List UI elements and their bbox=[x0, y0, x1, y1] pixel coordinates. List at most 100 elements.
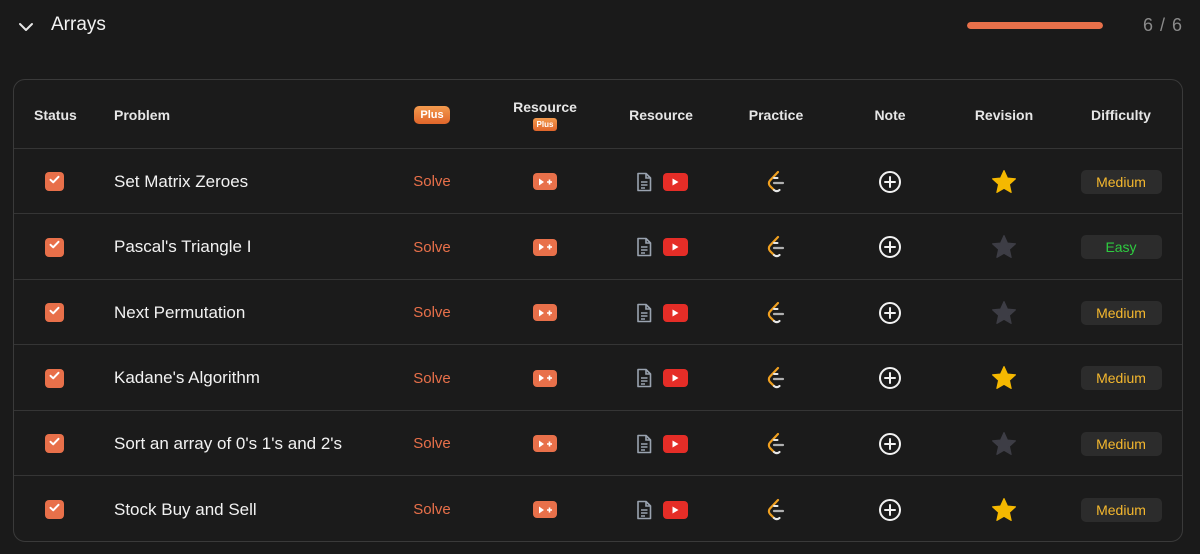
note-cell bbox=[840, 346, 940, 411]
leetcode-icon[interactable] bbox=[765, 498, 787, 522]
difficulty-cell: Medium bbox=[1071, 411, 1171, 476]
star-icon[interactable] bbox=[990, 233, 1018, 261]
star-icon[interactable] bbox=[990, 299, 1018, 327]
header-plus: Plus bbox=[403, 80, 461, 149]
checkmark-icon bbox=[48, 238, 61, 256]
resource-plus-cell bbox=[495, 149, 595, 214]
resource-plus-cell bbox=[495, 346, 595, 411]
checkmark-icon bbox=[48, 369, 61, 387]
video-plus-icon[interactable] bbox=[533, 173, 557, 190]
revision-cell bbox=[954, 280, 1054, 345]
problem-name[interactable]: Sort an array of 0's 1's and 2's bbox=[114, 434, 342, 454]
problem-cell: Kadane's Algorithm bbox=[114, 346, 260, 411]
youtube-icon[interactable] bbox=[662, 500, 688, 519]
difficulty-badge: Easy bbox=[1080, 235, 1162, 260]
checkmark-icon bbox=[48, 173, 61, 191]
status-checkbox[interactable] bbox=[45, 172, 64, 191]
checkmark-icon bbox=[48, 435, 61, 453]
section-title[interactable]: Arrays bbox=[51, 14, 106, 36]
document-icon[interactable] bbox=[635, 434, 653, 454]
progress-count: 6 / 6 bbox=[1142, 15, 1183, 35]
resource-plus-cell bbox=[495, 215, 595, 280]
leetcode-icon[interactable] bbox=[765, 235, 787, 259]
leetcode-icon[interactable] bbox=[765, 170, 787, 194]
status-cell bbox=[45, 411, 64, 476]
document-icon[interactable] bbox=[635, 500, 653, 520]
add-note-icon[interactable] bbox=[878, 498, 902, 522]
status-checkbox[interactable] bbox=[45, 368, 64, 388]
header-difficulty: Difficulty bbox=[1091, 106, 1151, 123]
status-cell bbox=[45, 215, 64, 280]
status-checkbox[interactable] bbox=[45, 303, 64, 323]
add-note-icon[interactable] bbox=[878, 235, 902, 259]
resource-cell bbox=[611, 280, 711, 345]
document-icon[interactable] bbox=[635, 237, 653, 257]
leetcode-icon[interactable] bbox=[765, 432, 787, 456]
revision-cell bbox=[954, 346, 1054, 411]
video-plus-icon[interactable] bbox=[533, 304, 557, 322]
plus-badge-small: Plus bbox=[532, 117, 558, 131]
resource-plus-cell bbox=[495, 411, 595, 476]
video-plus-icon[interactable] bbox=[533, 435, 557, 453]
difficulty-cell: Medium bbox=[1071, 346, 1171, 411]
video-plus-icon[interactable] bbox=[533, 238, 557, 256]
solve-link[interactable]: Solve bbox=[413, 239, 451, 256]
add-note-icon[interactable] bbox=[878, 366, 902, 390]
problem-name[interactable]: Kadane's Algorithm bbox=[114, 368, 260, 388]
youtube-icon[interactable] bbox=[662, 172, 688, 191]
table-row: Set Matrix Zeroes Solve Medium bbox=[14, 149, 1182, 214]
document-icon[interactable] bbox=[635, 303, 653, 323]
chevron-down-icon[interactable] bbox=[16, 17, 36, 37]
progress-bar-fill bbox=[967, 22, 1103, 29]
leetcode-icon[interactable] bbox=[765, 301, 787, 325]
header-resource: Resource bbox=[629, 106, 693, 123]
solve-link[interactable]: Solve bbox=[413, 370, 451, 387]
header-problem: Problem bbox=[114, 106, 171, 123]
document-icon[interactable] bbox=[635, 368, 653, 388]
star-icon[interactable] bbox=[990, 168, 1018, 196]
solve-link[interactable]: Solve bbox=[413, 435, 451, 452]
resource-plus-cell bbox=[495, 477, 595, 541]
solve-link[interactable]: Solve bbox=[413, 501, 451, 518]
practice-cell bbox=[726, 149, 826, 214]
problem-name[interactable]: Set Matrix Zeroes bbox=[114, 172, 248, 192]
table-row: Sort an array of 0's 1's and 2's Solve Med… bbox=[14, 411, 1182, 477]
difficulty-cell: Easy bbox=[1071, 215, 1171, 280]
problem-name[interactable]: Pascal's Triangle I bbox=[114, 237, 251, 257]
difficulty-badge: Medium bbox=[1080, 366, 1162, 391]
problem-cell: Sort an array of 0's 1's and 2's bbox=[114, 411, 342, 476]
status-checkbox[interactable] bbox=[45, 434, 64, 454]
add-note-icon[interactable] bbox=[878, 432, 902, 456]
add-note-icon[interactable] bbox=[878, 170, 902, 194]
star-icon[interactable] bbox=[990, 430, 1018, 458]
video-plus-icon[interactable] bbox=[533, 501, 557, 518]
youtube-icon[interactable] bbox=[662, 238, 688, 257]
youtube-icon[interactable] bbox=[662, 303, 688, 322]
problem-name[interactable]: Next Permutation bbox=[114, 303, 245, 323]
revision-cell bbox=[954, 149, 1054, 214]
solve-cell: Solve bbox=[403, 149, 461, 214]
status-cell bbox=[45, 280, 64, 345]
leetcode-icon[interactable] bbox=[765, 366, 787, 390]
resource-cell bbox=[611, 346, 711, 411]
table-row: Pascal's Triangle I Solve Easy bbox=[14, 215, 1182, 280]
status-checkbox[interactable] bbox=[45, 500, 64, 519]
note-cell bbox=[840, 411, 940, 476]
star-icon[interactable] bbox=[990, 364, 1018, 392]
difficulty-badge: Medium bbox=[1080, 169, 1162, 194]
problem-name[interactable]: Stock Buy and Sell bbox=[114, 500, 257, 520]
youtube-icon[interactable] bbox=[662, 369, 688, 388]
add-note-icon[interactable] bbox=[878, 301, 902, 325]
document-icon[interactable] bbox=[635, 172, 653, 192]
resource-cell bbox=[611, 477, 711, 541]
note-cell bbox=[840, 149, 940, 214]
problem-cell: Set Matrix Zeroes bbox=[114, 149, 248, 214]
youtube-icon[interactable] bbox=[662, 434, 688, 453]
video-plus-icon[interactable] bbox=[533, 369, 557, 387]
star-icon[interactable] bbox=[990, 496, 1018, 524]
progress-bar bbox=[967, 22, 1103, 29]
solve-link[interactable]: Solve bbox=[413, 173, 451, 190]
difficulty-badge: Medium bbox=[1080, 431, 1162, 456]
solve-link[interactable]: Solve bbox=[413, 304, 451, 321]
status-checkbox[interactable] bbox=[45, 237, 64, 257]
